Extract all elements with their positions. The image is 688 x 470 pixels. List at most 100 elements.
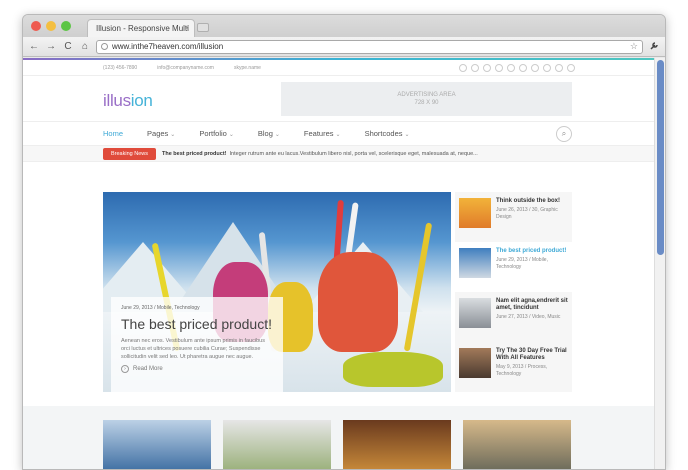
menu-item-pages[interactable]: Pages ⌄ (147, 129, 175, 138)
menu-label: Portfolio (199, 129, 227, 138)
featured-meta: June 29, 2013 / Mobile, Technology (121, 305, 200, 311)
arrow-right-icon: › (121, 365, 129, 373)
tab-title: Illusion - Responsive Multi (96, 24, 189, 33)
side-post-title: Try The 30 Day Free Trial With All Featu… (496, 348, 567, 361)
post-thumbnail (459, 298, 491, 328)
post-thumbnail (459, 248, 491, 278)
side-post-title: Think outside the box! (496, 198, 560, 204)
linkedin-icon[interactable] (531, 63, 539, 72)
menu-label: Features (303, 129, 334, 138)
featured-post-list: Think outside the box! June 26, 2013 / 30… (455, 192, 572, 392)
chevron-down-icon: ⌄ (228, 132, 234, 138)
menu-label: Pages (147, 129, 169, 138)
vertical-scrollbar[interactable] (654, 58, 665, 469)
side-post-meta: June 27, 2013 / Video, Music (496, 314, 561, 320)
skier-figure (343, 352, 443, 387)
address-bar[interactable]: www.inthe7heaven.com/illusion ☆ (96, 39, 643, 54)
menu-item-blog[interactable]: Blog ⌄ (258, 129, 280, 138)
logo-part-2: ion (130, 91, 153, 110)
menu-item-home[interactable]: Home (103, 129, 123, 138)
scrollbar-thumb[interactable] (657, 60, 664, 255)
dribbble-icon[interactable] (495, 63, 503, 72)
ad-size: 728 X 90 (414, 100, 439, 106)
main-menu: Home Pages ⌄ Portfolio ⌄ Blog ⌄ Features ⌄ S… (23, 122, 655, 146)
side-post-item[interactable]: Think outside the box! June 26, 2013 / 30… (455, 192, 572, 242)
menu-item-portfolio[interactable]: Portfolio ⌄ (199, 129, 234, 138)
site-logo[interactable]: illusion (103, 91, 153, 111)
side-post-meta: June 29, 2013 / Mobile, Technology (496, 257, 548, 270)
chevron-down-icon: ⌄ (404, 132, 410, 138)
search-icon[interactable]: ⌕ (556, 126, 572, 142)
lower-content-strip (23, 406, 655, 469)
minimize-window-button[interactable] (46, 21, 56, 31)
menu-item-shortcodes[interactable]: Shortcodes ⌄ (365, 129, 410, 138)
side-post-item[interactable]: Try The 30 Day Free Trial With All Featu… (455, 342, 572, 392)
page-viewport: (123) 456-7890 info@companyname.com skyp… (23, 58, 655, 469)
skype-link[interactable]: skype.name (234, 65, 261, 71)
side-post-meta: May 9, 2013 / Process, Technology (496, 364, 548, 377)
post-thumbnail[interactable] (343, 420, 451, 469)
chevron-down-icon: ⌄ (274, 132, 280, 138)
close-window-button[interactable] (31, 21, 41, 31)
url-text: www.inthe7heaven.com/illusion (112, 42, 224, 51)
post-thumbnail[interactable] (223, 420, 331, 469)
advertising-area[interactable]: ADVERTISING AREA 728 X 90 (281, 82, 572, 116)
twitter-icon[interactable] (471, 63, 479, 72)
pinterest-icon[interactable] (507, 63, 515, 72)
post-thumbnail[interactable] (463, 420, 571, 469)
new-tab-button[interactable] (197, 23, 209, 32)
breaking-news-badge: Breaking News (103, 147, 156, 160)
phone-text: (123) 456-7890 (103, 64, 138, 71)
maximize-window-button[interactable] (61, 21, 71, 31)
reload-button[interactable]: C (62, 41, 74, 53)
breaking-text: Integer rutrum ante eu lacus.Vestibulum … (229, 150, 478, 157)
featured-title[interactable]: The best priced product! (121, 316, 273, 332)
page-icon (101, 43, 108, 50)
tab-close-icon[interactable]: x (185, 23, 189, 32)
screenshot-stage: Illusion - Responsive Multi x ← → C ⌂ ww… (0, 0, 688, 470)
browser-window: Illusion - Responsive Multi x ← → C ⌂ ww… (22, 14, 666, 470)
vimeo-icon[interactable] (543, 63, 551, 72)
menu-label: Blog (257, 129, 273, 138)
top-info-bar: (123) 456-7890 info@companyname.com skyp… (23, 60, 655, 76)
wrench-icon[interactable] (648, 41, 660, 53)
side-post-item[interactable]: The best priced product! June 29, 2013 / … (455, 242, 572, 292)
chevron-down-icon: ⌄ (170, 132, 176, 138)
social-icons (459, 63, 575, 72)
googleplus-icon[interactable] (483, 63, 491, 72)
chevron-down-icon: ⌄ (335, 132, 341, 138)
skier-figure (318, 252, 398, 352)
side-post-meta: June 26, 2013 / 30, Graphic Design (496, 207, 558, 220)
featured-slide[interactable]: June 29, 2013 / Mobile, Technology The b… (103, 192, 451, 392)
post-thumbnail (459, 348, 491, 378)
flickr-icon[interactable] (519, 63, 527, 72)
rss-icon[interactable] (567, 63, 575, 72)
post-thumbnail[interactable] (103, 420, 211, 469)
facebook-icon[interactable] (459, 63, 467, 72)
bookmark-star-icon[interactable]: ☆ (630, 41, 638, 52)
side-post-title: The best priced product! (496, 248, 567, 254)
youtube-icon[interactable] (555, 63, 563, 72)
breaking-headline[interactable]: The best priced product! (162, 151, 226, 157)
window-controls (31, 21, 71, 31)
read-more-label: Read More (133, 366, 163, 372)
menu-label: Home (103, 129, 124, 138)
post-thumbnail (459, 198, 491, 228)
browser-toolbar: ← → C ⌂ www.inthe7heaven.com/illusion ☆ (23, 37, 665, 57)
back-button[interactable]: ← (28, 41, 40, 53)
side-post-item[interactable]: Nam elit agna,endrerit sit amet, tincidu… (455, 292, 572, 342)
menu-label: Shortcodes (364, 129, 403, 138)
logo-part-1: illus (103, 91, 131, 110)
featured-excerpt: Aenean nec eros. Vestibulum ante ipsum p… (121, 338, 265, 360)
email-link[interactable]: info@companyname.com (157, 65, 214, 71)
browser-tab[interactable]: Illusion - Responsive Multi x (87, 19, 195, 37)
featured-caption: June 29, 2013 / Mobile, Technology The b… (111, 297, 283, 392)
side-post-title: Nam elit agna,endrerit sit amet, tincidu… (496, 298, 568, 311)
ad-title: ADVERTISING AREA (397, 92, 456, 98)
site-header: illusion ADVERTISING AREA 728 X 90 (23, 76, 655, 122)
tab-strip: Illusion - Responsive Multi x (23, 15, 665, 37)
menu-item-features[interactable]: Features ⌄ (304, 129, 341, 138)
home-button[interactable]: ⌂ (79, 41, 91, 53)
forward-button[interactable]: → (45, 41, 57, 53)
read-more-link[interactable]: › Read More (121, 365, 273, 373)
